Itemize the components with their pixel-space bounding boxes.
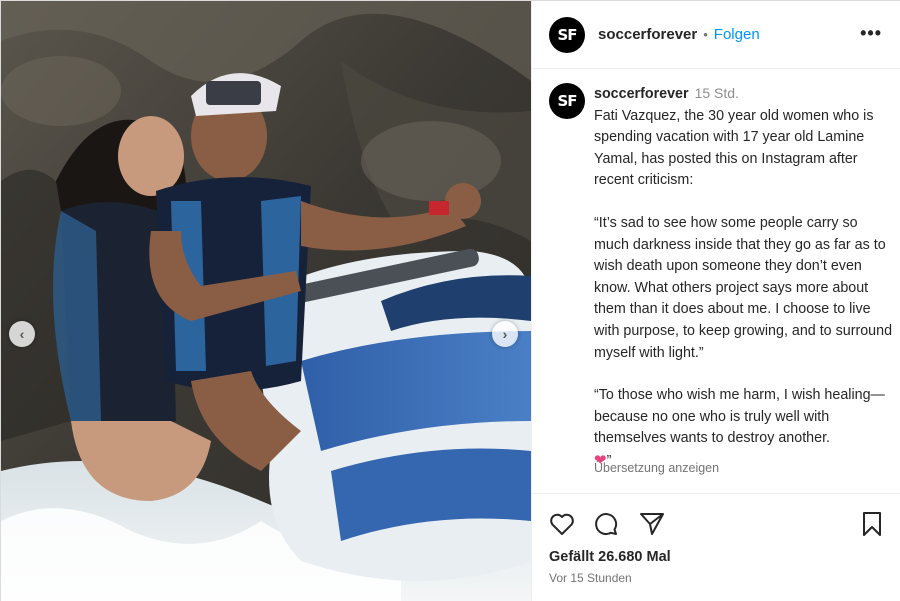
caption-paragraph-3-text: “To those who wish me harm, I wish heali…: [594, 387, 885, 447]
caption-paragraph-2: “It’s sad to see how some people carry s…: [594, 214, 893, 361]
like-button[interactable]: [548, 510, 576, 538]
comment-button[interactable]: [592, 510, 620, 538]
post-media[interactable]: ‹ ›: [1, 1, 531, 601]
caption-avatar[interactable]: SF: [549, 83, 585, 119]
post-header: SF soccerforever • Folgen •••: [532, 1, 900, 69]
post-actions: Gefällt 26.680 Mal Vor 15 Stunden: [532, 493, 900, 601]
share-icon: [640, 513, 664, 535]
save-button[interactable]: [858, 510, 886, 538]
caption-timestamp[interactable]: 15 Std.: [695, 85, 739, 101]
caption-username[interactable]: soccerforever: [594, 86, 689, 102]
share-button[interactable]: [638, 510, 666, 538]
more-options-icon[interactable]: •••: [860, 23, 882, 44]
bookmark-icon: [863, 512, 881, 536]
post-dialog: ‹ › SF soccerforever • Folgen ••• SF soc…: [0, 0, 900, 601]
avatar-logo: SF: [557, 25, 577, 44]
post-timestamp[interactable]: Vor 15 Stunden: [549, 571, 632, 585]
heart-icon: [550, 513, 574, 535]
caption-paragraph-3: “To those who wish me harm, I wish heali…: [594, 385, 894, 472]
avatar-logo: SF: [557, 92, 577, 110]
follow-button[interactable]: Folgen: [714, 26, 760, 43]
comment-icon: [595, 513, 618, 536]
carousel-prev-button[interactable]: ‹: [9, 321, 35, 347]
post-caption: SF soccerforever 15 Std. Fati Vazquez, th…: [532, 70, 900, 493]
header-separator: •: [703, 27, 708, 42]
chevron-left-icon: ‹: [19, 326, 25, 342]
translate-link[interactable]: Übersetzung anzeigen: [594, 461, 719, 475]
caption-body: soccerforever 15 Std. Fati Vazquez, the 3…: [594, 83, 894, 473]
post-side-panel: SF soccerforever • Folgen ••• SF soccerf…: [531, 1, 900, 601]
carousel-next-button[interactable]: ›: [492, 321, 518, 347]
caption-paragraph-1: Fati Vazquez, the 30 year old women who …: [594, 107, 874, 189]
chevron-right-icon: ›: [502, 326, 508, 342]
avatar[interactable]: SF: [549, 16, 585, 53]
post-photo: [1, 1, 531, 601]
likes-count[interactable]: Gefällt 26.680 Mal: [549, 549, 671, 565]
header-username[interactable]: soccerforever: [598, 26, 697, 43]
